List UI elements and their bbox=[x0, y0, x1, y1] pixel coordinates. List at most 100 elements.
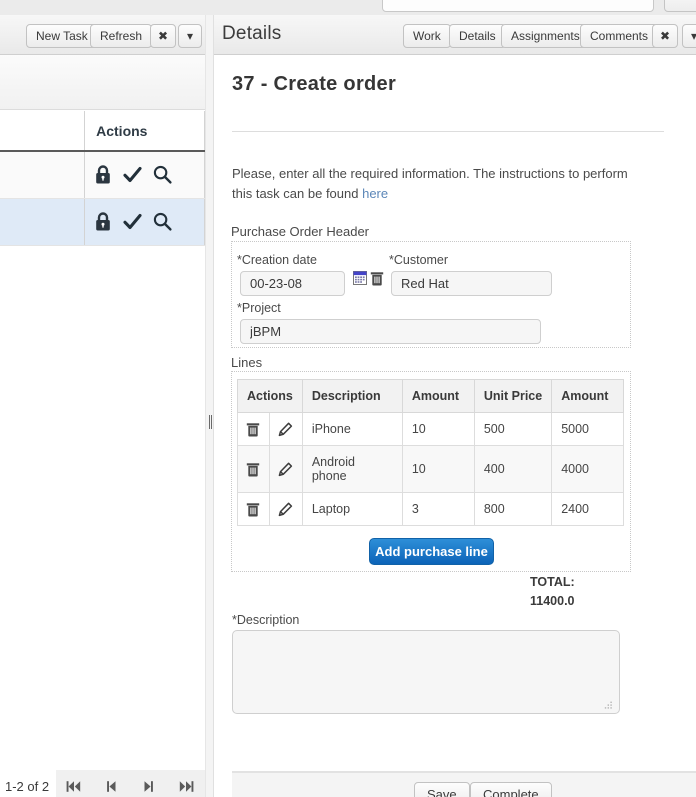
delete-line-cell bbox=[238, 446, 270, 493]
table-row[interactable] bbox=[0, 198, 205, 245]
column-header-unit-price: Unit Price bbox=[474, 380, 551, 413]
lines-header-row: Actions Description Amount Unit Price Am… bbox=[238, 380, 624, 413]
task-instructions: Please, enter all the required informati… bbox=[232, 164, 647, 204]
check-icon[interactable] bbox=[122, 164, 143, 185]
panel-splitter[interactable] bbox=[205, 15, 214, 797]
cell-amount: 10 bbox=[402, 413, 474, 446]
column-header-blank bbox=[0, 111, 85, 151]
save-button[interactable]: Save bbox=[414, 782, 470, 797]
calendar-icon[interactable] bbox=[353, 271, 367, 288]
trash-icon[interactable] bbox=[243, 462, 264, 477]
instructions-link[interactable]: here bbox=[362, 186, 388, 201]
description-textarea[interactable] bbox=[232, 630, 620, 714]
first-page-icon[interactable] bbox=[56, 770, 93, 797]
edit-line-cell bbox=[269, 493, 302, 526]
column-header-amount-total: Amount bbox=[552, 380, 624, 413]
column-header-actions: Actions bbox=[85, 111, 205, 151]
purchase-order-header-label: Purchase Order Header bbox=[231, 224, 369, 239]
delete-line-cell bbox=[238, 493, 270, 526]
edit-line-cell bbox=[269, 413, 302, 446]
total-label: TOTAL: bbox=[530, 575, 575, 589]
delete-line-cell bbox=[238, 413, 270, 446]
search-icon[interactable] bbox=[152, 164, 173, 185]
close-icon[interactable]: ✖ bbox=[150, 24, 176, 48]
table-header-row: Actions bbox=[0, 111, 205, 151]
task-list-table: Actions bbox=[0, 111, 205, 246]
cell-unit-price: 500 bbox=[474, 413, 551, 446]
application-window: New Task Refresh ✖ ▾ Actions bbox=[0, 0, 696, 797]
cell-description: Android phone bbox=[302, 446, 402, 493]
trash-icon[interactable] bbox=[370, 271, 384, 289]
global-search-input[interactable] bbox=[382, 0, 654, 12]
cell-description: iPhone bbox=[302, 413, 402, 446]
tab-work[interactable]: Work bbox=[403, 24, 451, 48]
row-actions-cell bbox=[85, 198, 205, 245]
row-actions-cell bbox=[85, 151, 205, 198]
details-panel-header: Details Work Details Assignments Comment… bbox=[214, 15, 696, 55]
description-label: *Description bbox=[232, 613, 299, 627]
cell-unit-price: 400 bbox=[474, 446, 551, 493]
table-row[interactable]: Android phone 10 400 4000 bbox=[238, 446, 624, 493]
global-top-bar bbox=[0, 0, 696, 15]
column-header-description: Description bbox=[302, 380, 402, 413]
cell-unit-price: 800 bbox=[474, 493, 551, 526]
chevron-down-icon[interactable]: ▾ bbox=[682, 24, 696, 48]
pencil-icon[interactable] bbox=[275, 462, 297, 477]
customer-label: *Customer bbox=[389, 253, 448, 267]
project-label: *Project bbox=[237, 301, 281, 315]
check-icon[interactable] bbox=[122, 211, 143, 232]
pagination-controls bbox=[56, 770, 205, 797]
lines-section-label: Lines bbox=[231, 355, 262, 370]
tab-comments[interactable]: Comments bbox=[580, 24, 658, 48]
previous-page-icon[interactable] bbox=[93, 770, 130, 797]
search-icon[interactable] bbox=[152, 211, 173, 232]
add-purchase-line-button[interactable]: Add purchase line bbox=[369, 538, 494, 565]
close-icon[interactable]: ✖ bbox=[652, 24, 678, 48]
lock-icon[interactable] bbox=[93, 164, 113, 185]
table-row[interactable] bbox=[0, 151, 205, 198]
table-row[interactable]: Laptop 3 800 2400 bbox=[238, 493, 624, 526]
pagination-range-label: 1-2 of 2 bbox=[5, 779, 49, 794]
splitter-grip-icon bbox=[208, 415, 213, 429]
cell-total: 4000 bbox=[552, 446, 624, 493]
chevron-down-icon[interactable]: ▾ bbox=[178, 24, 202, 48]
creation-date-label: *Creation date bbox=[237, 253, 317, 267]
new-task-button[interactable]: New Task bbox=[26, 24, 98, 48]
lines-table: Actions Description Amount Unit Price Am… bbox=[237, 379, 624, 526]
title-divider bbox=[232, 131, 664, 132]
task-list-filter-bar[interactable] bbox=[0, 55, 205, 110]
resize-grip-icon[interactable] bbox=[604, 698, 613, 713]
cell-total: 2400 bbox=[552, 493, 624, 526]
row-blank-cell bbox=[0, 151, 85, 198]
trash-icon[interactable] bbox=[243, 502, 264, 517]
edit-line-cell bbox=[269, 446, 302, 493]
total-value: 11400.0 bbox=[530, 594, 575, 608]
project-input[interactable] bbox=[240, 319, 541, 344]
creation-date-input[interactable] bbox=[240, 271, 345, 296]
pencil-icon[interactable] bbox=[275, 502, 297, 517]
cell-amount: 3 bbox=[402, 493, 474, 526]
pencil-icon[interactable] bbox=[275, 422, 297, 437]
next-page-icon[interactable] bbox=[130, 770, 167, 797]
last-page-icon[interactable] bbox=[167, 770, 204, 797]
row-blank-cell bbox=[0, 198, 85, 245]
task-list-panel: New Task Refresh ✖ ▾ Actions bbox=[0, 15, 205, 797]
refresh-button[interactable]: Refresh bbox=[90, 24, 152, 48]
page-title: 37 - Create order bbox=[232, 73, 396, 96]
cell-total: 5000 bbox=[552, 413, 624, 446]
global-search-button[interactable] bbox=[664, 0, 696, 12]
column-header-actions: Actions bbox=[238, 380, 303, 413]
table-row[interactable]: iPhone 10 500 5000 bbox=[238, 413, 624, 446]
complete-button[interactable]: Complete bbox=[470, 782, 552, 797]
task-list-toolbar: New Task Refresh ✖ ▾ bbox=[0, 15, 205, 55]
lock-icon[interactable] bbox=[93, 211, 113, 232]
tab-assignments[interactable]: Assignments bbox=[501, 24, 590, 48]
tab-details[interactable]: Details bbox=[449, 24, 506, 48]
trash-icon[interactable] bbox=[243, 422, 264, 437]
panel-title: Details bbox=[222, 23, 281, 45]
column-header-amount: Amount bbox=[402, 380, 474, 413]
cell-amount: 10 bbox=[402, 446, 474, 493]
customer-input[interactable] bbox=[391, 271, 552, 296]
instructions-text: Please, enter all the required informati… bbox=[232, 166, 628, 201]
cell-description: Laptop bbox=[302, 493, 402, 526]
